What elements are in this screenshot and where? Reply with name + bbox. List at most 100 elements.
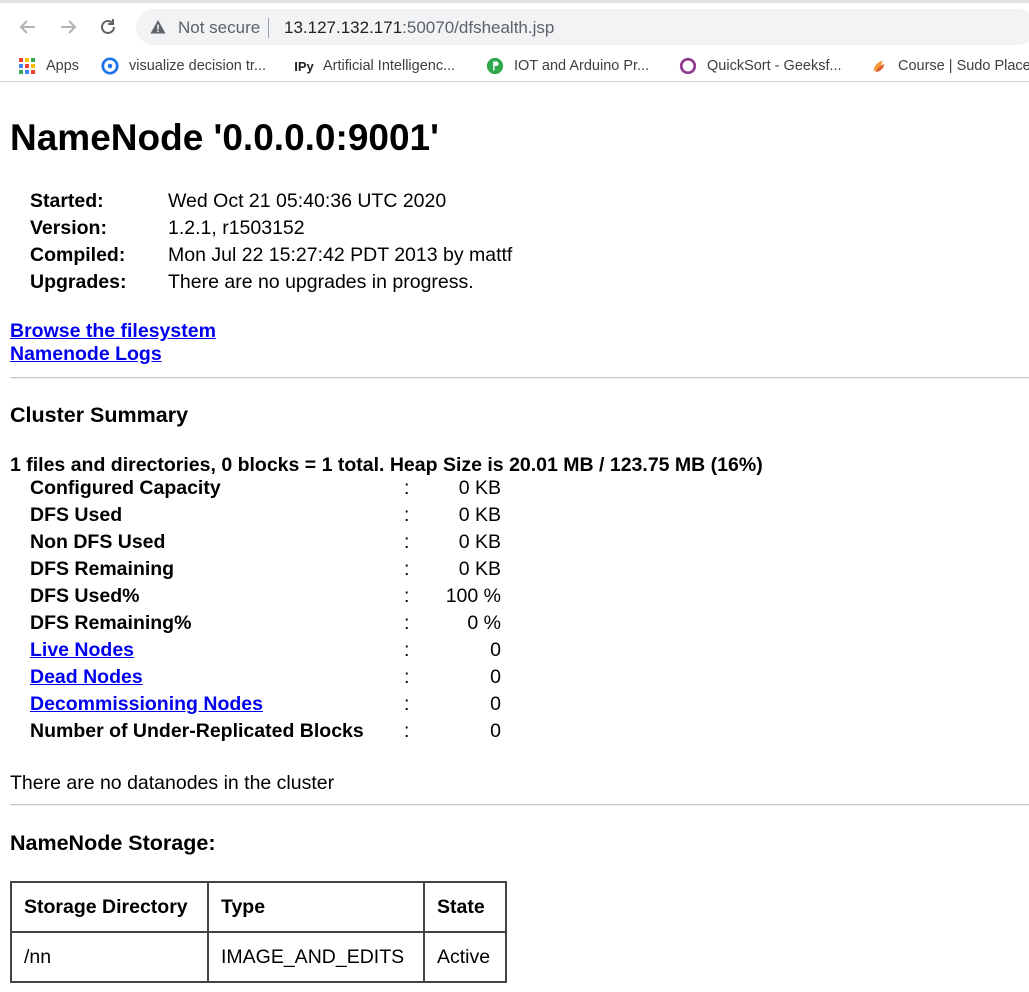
cluster-stats: Configured Capacity : 0 KB DFS Used : 0 … [30,477,510,747]
stat-row: DFS Used : 0 KB [30,504,510,531]
divider [10,804,1029,806]
arrow-left-icon [19,20,35,34]
stat-label: DFS Remaining% [30,612,192,634]
dead-nodes-link[interactable]: Dead Nodes [30,666,143,688]
url-path: :50070/dfshealth.jsp [402,18,555,37]
browser-toolbar: Not secure 13.127.132.171:50070/dfshealt… [0,0,1029,50]
decision-tree-icon [101,57,119,75]
address-bar[interactable]: Not secure 13.127.132.171:50070/dfshealt… [136,9,1029,45]
browse-filesystem-link[interactable]: Browse the filesystem [10,320,216,343]
page-title: NameNode '0.0.0.0:9001' [10,117,439,158]
stat-colon: : [404,585,410,607]
stat-label: DFS Used% [30,585,140,607]
stat-row: Non DFS Used : 0 KB [30,531,510,558]
info-label: Upgrades: [30,271,127,293]
column-header: Storage Directory [10,881,209,933]
live-nodes-link[interactable]: Live Nodes [30,639,134,661]
decommissioning-nodes-link[interactable]: Decommissioning Nodes [30,693,263,715]
reload-button[interactable] [95,14,121,40]
stat-label: DFS Used [30,504,123,526]
table-cell: /nn [10,931,209,983]
stat-colon: : [404,504,410,526]
stat-value: 100 % [445,585,501,607]
stat-colon: : [404,612,410,634]
stat-value: 0 KB [458,531,501,553]
info-value: 1.2.1, r1503152 [168,217,305,239]
warning-triangle-icon [150,20,166,34]
table-cell: Active [423,931,507,983]
namenode-logs-link[interactable]: Namenode Logs [10,343,162,366]
bookmark-label: QuickSort - Geeksf... [707,58,842,74]
quicksort-icon [679,57,697,75]
namenode-storage-heading: NameNode Storage: [10,831,216,855]
not-secure-label[interactable]: Not secure [178,18,260,38]
bookmark-artificial-intelligence[interactable]: IPy Artificial Intelligenc... [293,55,455,77]
bookmark-visualize-decision-tree[interactable]: visualize decision tr... [101,55,266,77]
back-button[interactable] [15,14,41,40]
stat-colon: : [404,720,410,742]
arrow-right-icon [61,20,77,34]
stat-value: 0 KB [458,477,501,499]
bookmark-sudo-place[interactable]: Course | Sudo Place [870,55,1029,77]
divider [10,377,1029,379]
info-value: There are no upgrades in progress. [168,271,474,293]
stat-colon: : [404,693,410,715]
stat-colon: : [404,639,410,661]
stat-label: DFS Remaining [30,558,175,580]
reload-icon [101,19,115,34]
stat-colon: : [404,666,410,688]
info-value: Wed Oct 21 05:40:36 UTC 2020 [168,190,447,212]
bookmark-label: Artificial Intelligenc... [323,58,456,74]
bookmark-apps[interactable]: Apps [18,55,79,77]
address-separator [268,18,269,38]
stat-label: Number of Under-Replicated Blocks [30,720,364,742]
stat-row: Dead Nodes : 0 [30,666,510,693]
stat-row: DFS Remaining% : 0 % [30,612,510,639]
stat-row: Number of Under-Replicated Blocks : 0 [30,720,510,747]
apps-grid-icon [18,57,36,75]
stat-value: 0 KB [458,558,501,580]
table-cell: IMAGE_AND_EDITS [207,931,425,983]
cluster-summary-line: 1 files and directories, 0 blocks = 1 to… [10,454,763,476]
stat-row: DFS Remaining : 0 KB [30,558,510,585]
info-label: Version: [30,217,107,239]
storage-table: Storage Directory Type State /nn IMAGE_A… [10,881,507,983]
stat-row: Decommissioning Nodes : 0 [30,693,510,720]
bookmark-label: Apps [46,58,80,74]
iot-icon [486,57,504,75]
bookmark-label: IOT and Arduino Pr... [514,58,650,74]
stat-label: Configured Capacity [30,477,221,499]
page-content: NameNode '0.0.0.0:9001' Started: Wed Oct… [0,82,1029,992]
stat-colon: : [404,531,410,553]
stat-label: Dead Nodes [30,666,143,689]
stat-value: 0 [490,693,501,715]
table-row: /nn IMAGE_AND_EDITS Active [10,931,507,983]
bookmark-quicksort[interactable]: QuickSort - Geeksf... [679,55,842,77]
forward-button[interactable] [55,14,81,40]
sudo-place-icon [870,57,888,75]
url-host: 13.127.132.171 [284,18,403,37]
bookmark-label: visualize decision tr... [129,58,267,74]
stat-value: 0 KB [458,504,501,526]
column-header: State [423,881,507,933]
info-label: Started: [30,190,104,212]
stat-label: Live Nodes [30,639,134,662]
column-header: Type [207,881,425,933]
info-value: Mon Jul 22 15:27:42 PDT 2013 by mattf [168,244,513,266]
stat-label: Decommissioning Nodes [30,693,263,716]
ipy-icon: IPy [294,58,314,74]
stat-value: 0 [490,666,501,688]
table-header-row: Storage Directory Type State [10,881,507,933]
stat-colon: : [404,477,410,499]
bookmarks-bar: Apps visualize decision tr... IPy Artifi… [0,50,1029,82]
cluster-summary-heading: Cluster Summary [10,403,189,427]
stat-colon: : [404,558,410,580]
stat-row: DFS Used% : 100 % [30,585,510,612]
bookmark-label: Course | Sudo Place [898,58,1029,74]
url-text[interactable]: 13.127.132.171:50070/dfshealth.jsp [284,18,554,38]
stat-value: 0 [490,720,501,742]
info-label: Compiled: [30,244,126,266]
stat-value: 0 % [467,612,501,634]
stat-value: 0 [490,639,501,661]
bookmark-iot-arduino[interactable]: IOT and Arduino Pr... [486,55,649,77]
